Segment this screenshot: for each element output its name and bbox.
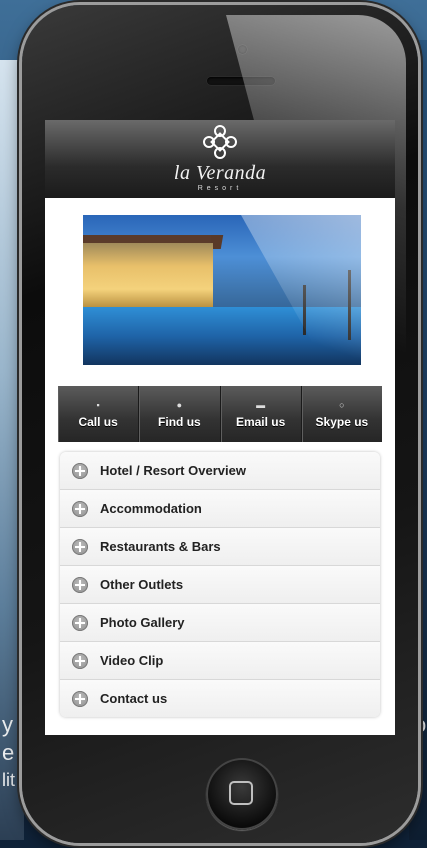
mail-icon: ▬ [256, 400, 266, 410]
home-button[interactable] [206, 758, 278, 830]
call-us-button[interactable]: ▪ Call us [58, 386, 140, 442]
skype-icon: ○ [339, 400, 345, 410]
background-text-left-1: y [2, 712, 13, 737]
email-us-label: Email us [235, 415, 286, 429]
home-square-icon [229, 781, 253, 805]
earpiece-speaker [207, 77, 275, 85]
find-us-label: Find us [158, 415, 201, 429]
call-us-label: Call us [78, 415, 118, 429]
menu-item-other-outlets[interactable]: Other Outlets [60, 566, 380, 604]
main-menu: Hotel / Resort Overview Accommodation Re… [60, 452, 380, 717]
background-text-left-3: lit [2, 770, 15, 790]
plus-icon [72, 652, 88, 669]
menu-item-label: Hotel / Resort Overview [100, 463, 246, 478]
front-camera [238, 45, 247, 54]
email-us-button[interactable]: ▬ Email us [221, 386, 302, 442]
plus-icon [72, 690, 88, 707]
menu-item-label: Other Outlets [100, 577, 184, 592]
plus-icon [72, 538, 88, 555]
plus-icon [72, 614, 88, 631]
app-header: la Veranda Resort [45, 120, 395, 198]
brand-subtitle: Resort [197, 185, 243, 192]
plus-icon [72, 500, 88, 517]
brand-name: la Veranda [173, 162, 267, 184]
plus-icon [72, 576, 88, 593]
menu-item-label: Contact us [100, 691, 168, 706]
hero-photo [83, 215, 361, 365]
menu-item-photo-gallery[interactable]: Photo Gallery [60, 604, 380, 642]
skype-us-label: Skype us [315, 415, 369, 429]
phone-screen: la Veranda Resort ▪ Call us ● Find us ▬ … [45, 120, 395, 735]
menu-item-label: Restaurants & Bars [100, 539, 221, 554]
menu-item-accommodation[interactable]: Accommodation [60, 490, 380, 528]
menu-item-label: Photo Gallery [100, 615, 185, 630]
menu-item-restaurants[interactable]: Restaurants & Bars [60, 528, 380, 566]
resort-logo-icon [203, 125, 237, 159]
search-icon: ● [176, 400, 183, 410]
find-us-button[interactable]: ● Find us [139, 386, 221, 442]
skype-us-button[interactable]: ○ Skype us [302, 386, 382, 442]
menu-item-label: Video Clip [100, 653, 164, 668]
plus-icon [72, 462, 88, 479]
hero-building [83, 243, 213, 309]
action-bar: ▪ Call us ● Find us ▬ Email us ○ Skype u… [58, 386, 382, 442]
phone-icon: ▪ [96, 400, 100, 410]
menu-item-video-clip[interactable]: Video Clip [60, 642, 380, 680]
menu-item-contact-us[interactable]: Contact us [60, 680, 380, 717]
menu-item-overview[interactable]: Hotel / Resort Overview [60, 452, 380, 490]
background-text-left-2: e [2, 740, 15, 765]
menu-item-label: Accommodation [100, 501, 202, 516]
